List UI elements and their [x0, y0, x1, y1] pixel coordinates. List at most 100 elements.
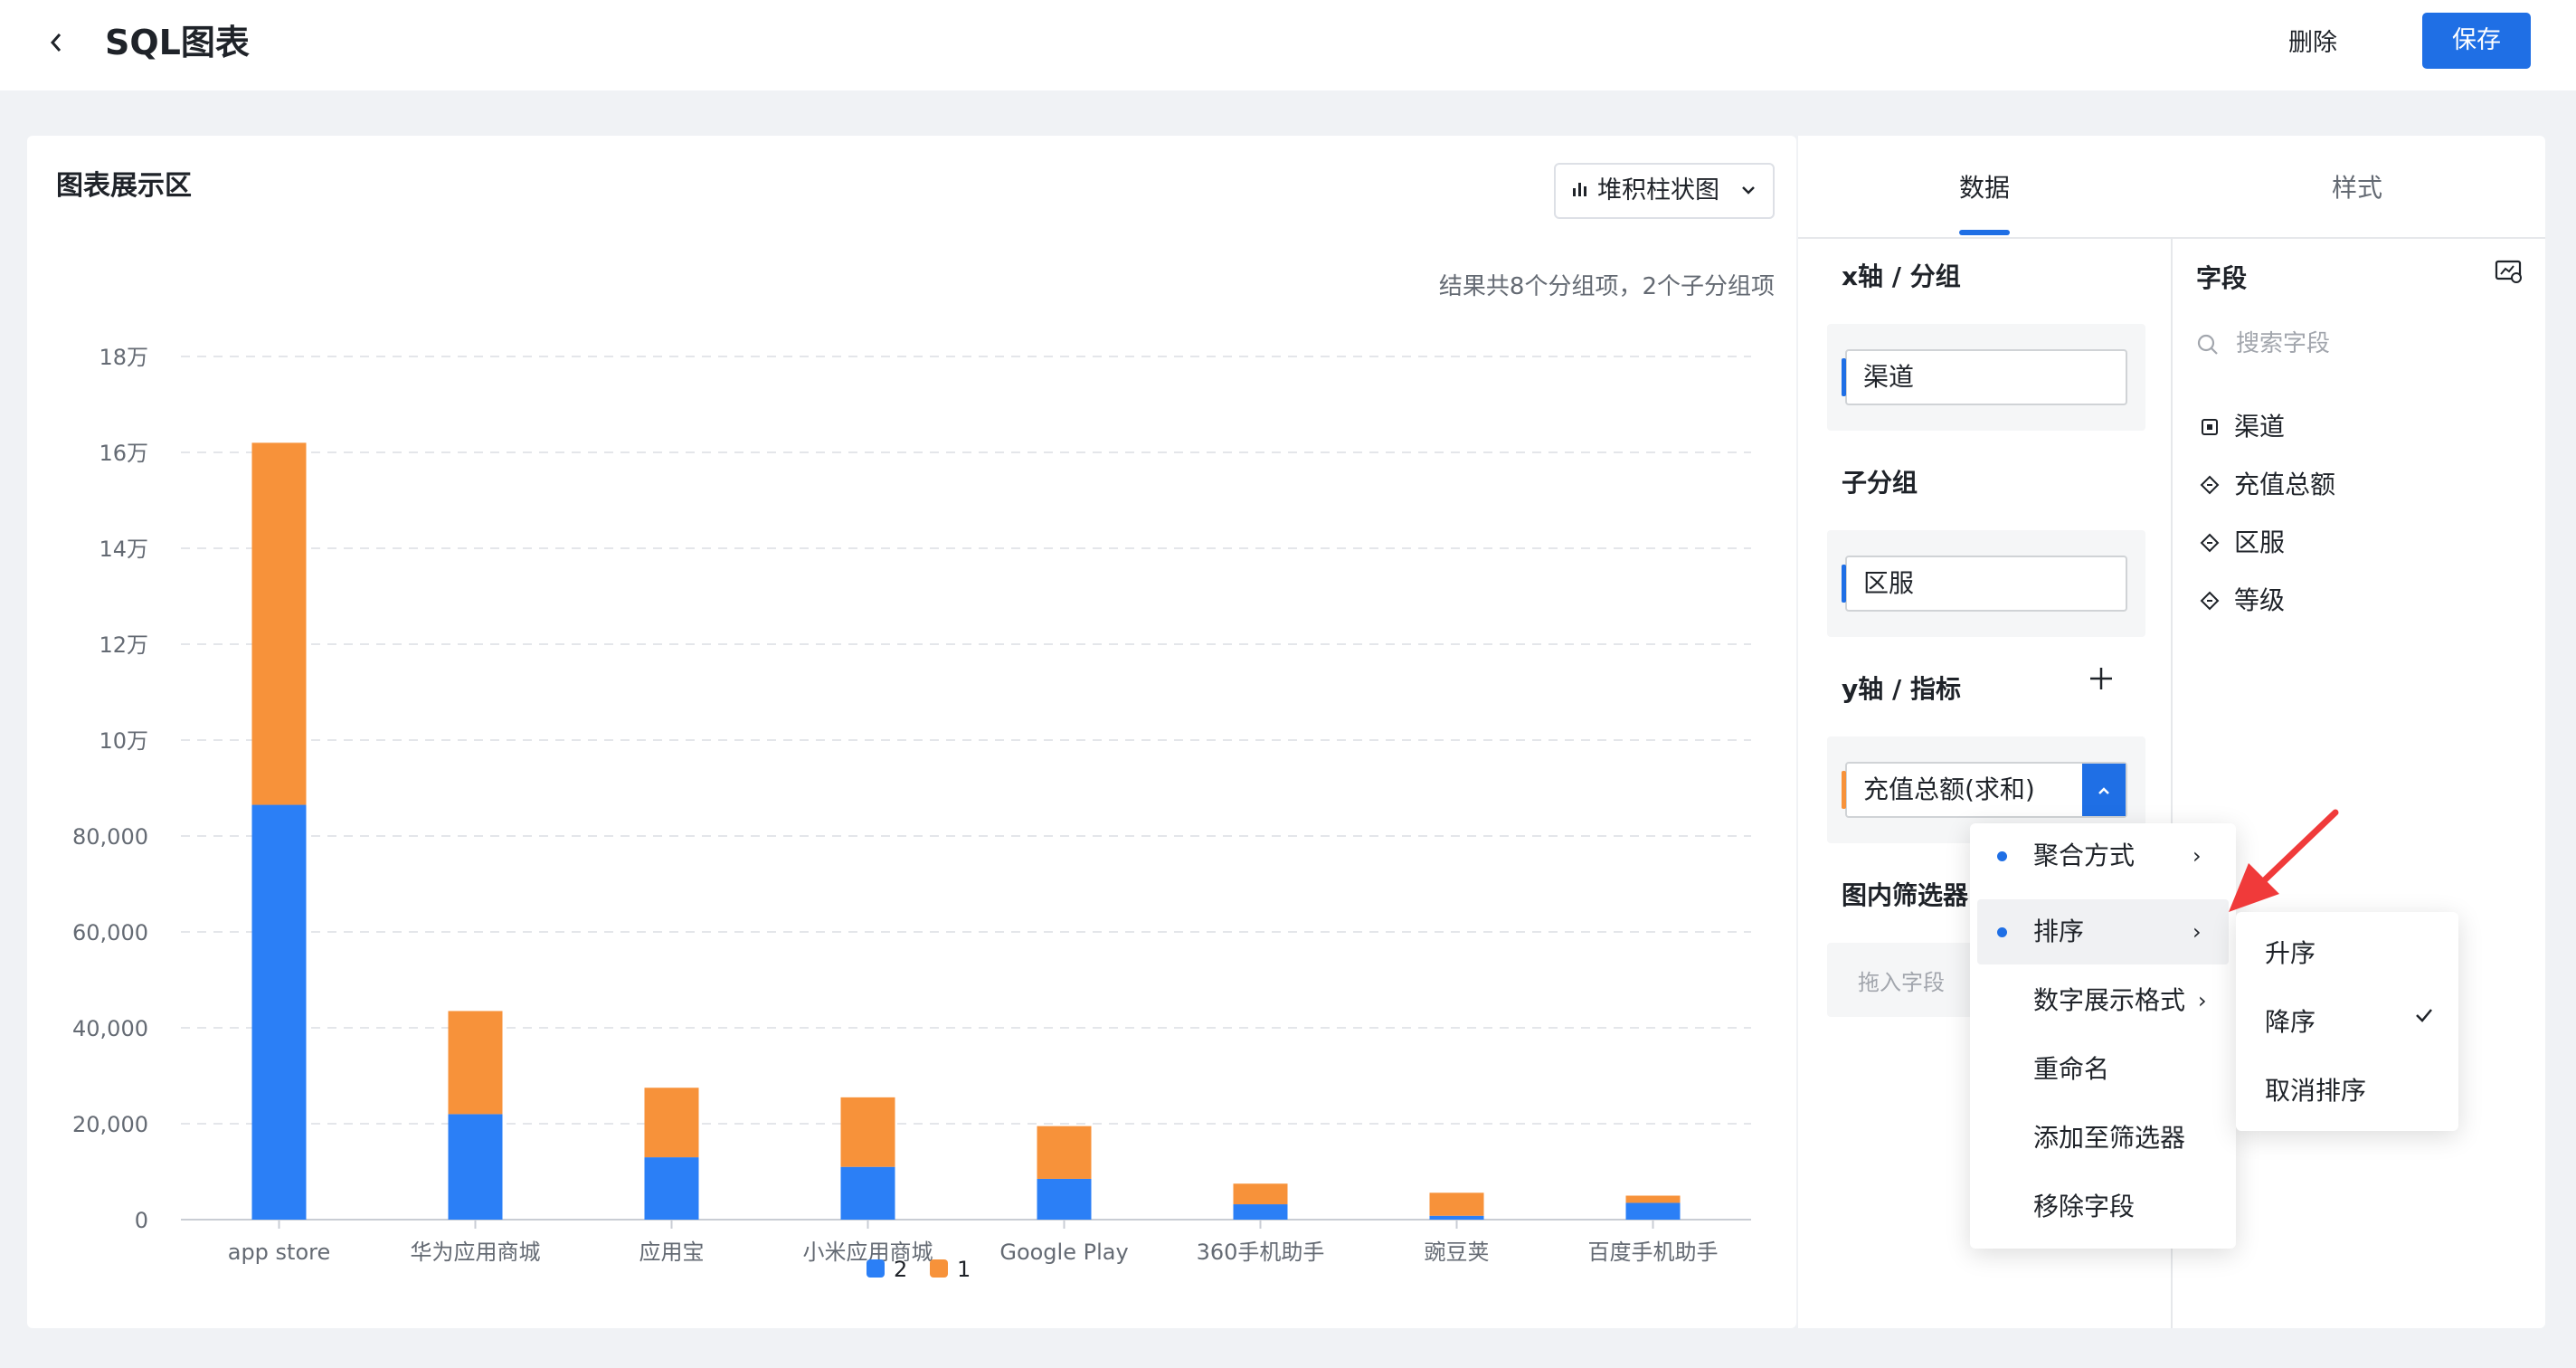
- filter-title: 图内筛选器: [1842, 880, 1969, 910]
- bar-segment: [840, 1097, 895, 1167]
- x-tick-label: 百度手机助手: [1588, 1240, 1719, 1265]
- delete-button[interactable]: 删除: [2288, 22, 2337, 65]
- bar-segment: [1625, 1202, 1681, 1220]
- sub-group-field-chip[interactable]: 区服: [1842, 556, 2127, 612]
- save-button[interactable]: 保存: [2422, 13, 2531, 69]
- y-tick-label: 80,000: [72, 824, 148, 850]
- legend-swatch: [867, 1259, 885, 1278]
- x-axis-field-chip[interactable]: 渠道: [1842, 349, 2127, 405]
- field-item-channel[interactable]: 渠道: [2200, 407, 2285, 443]
- bar-segment: [644, 1088, 699, 1158]
- y-tick-label: 18万: [99, 345, 148, 370]
- y-axis-title: y轴 / 指标: [1842, 674, 1961, 704]
- menu-item-label: 重命名: [2033, 1054, 2110, 1084]
- sub-group-drop-zone[interactable]: 区服: [1827, 530, 2145, 637]
- menu-item-label: 聚合方式: [2033, 841, 2136, 870]
- menu-item-sort[interactable]: 排序 ›: [1977, 899, 2229, 964]
- bar-segment: [840, 1166, 895, 1220]
- sort-submenu: 升序 降序 取消排序: [2236, 912, 2458, 1131]
- top-bar: SQL图表 删除 保存: [0, 0, 2576, 90]
- y-tick-label: 60,000: [72, 920, 148, 945]
- monitor-settings-icon: [2495, 260, 2522, 283]
- back-button[interactable]: [47, 20, 83, 65]
- active-dot-icon: [1997, 927, 2007, 937]
- tab-style[interactable]: 样式: [2332, 168, 2382, 204]
- x-tick-label: Google Play: [999, 1240, 1128, 1265]
- bar-segment: [1429, 1215, 1484, 1220]
- dimension-icon: [2200, 413, 2220, 443]
- y-axis-field-color-bar: [1842, 771, 1846, 809]
- menu-item-aggregation[interactable]: 聚合方式 ›: [1970, 823, 2236, 888]
- field-list-title: 字段: [2196, 263, 2248, 293]
- y-axis-field-label: 充值总额(求和): [1863, 774, 2035, 804]
- menu-item-label: 排序: [2033, 917, 2085, 946]
- bar-segment: [644, 1157, 699, 1220]
- field-item-recharge-total[interactable]: 充值总额: [2200, 465, 2335, 501]
- y-axis-field-chip[interactable]: 充值总额(求和): [1842, 762, 2127, 818]
- menu-item-label: 添加至筛选器: [2033, 1123, 2186, 1153]
- y-tick-label: 16万: [99, 441, 148, 466]
- x-tick-label: app store: [228, 1240, 331, 1265]
- y-tick-label: 40,000: [72, 1016, 148, 1041]
- bar-segment: [1233, 1204, 1288, 1220]
- y-tick-label: 0: [135, 1208, 148, 1233]
- y-tick-label: 20,000: [72, 1112, 148, 1137]
- active-tab-indicator: [1959, 230, 2010, 235]
- x-tick-label: 豌豆荚: [1425, 1240, 1490, 1265]
- menu-item-label: 移除字段: [2033, 1192, 2136, 1221]
- active-dot-icon: [1997, 851, 2007, 861]
- bar-segment: [251, 804, 307, 1220]
- plus-icon: [2090, 668, 2112, 689]
- field-item-level[interactable]: 等级: [2200, 581, 2285, 617]
- y-tick-label: 14万: [99, 537, 148, 562]
- y-tick-label: 12万: [99, 632, 148, 658]
- menu-item-number-format[interactable]: 数字展示格式 ›: [1970, 968, 2236, 1033]
- field-item-label: 区服: [2234, 527, 2286, 557]
- x-axis-field-label: 渠道: [1863, 362, 1915, 392]
- field-item-server[interactable]: 区服: [2200, 523, 2285, 559]
- x-tick-label: 360手机助手: [1197, 1240, 1325, 1265]
- bar-segment: [1037, 1126, 1092, 1179]
- legend-label: 1: [957, 1257, 971, 1282]
- chevron-right-icon: ›: [2192, 919, 2202, 945]
- x-axis-field-color-bar: [1842, 358, 1846, 396]
- measure-icon: [2200, 529, 2220, 559]
- field-search: [2196, 329, 2504, 366]
- bar-segment: [1625, 1195, 1681, 1203]
- bar-segment: [1429, 1192, 1484, 1216]
- chevron-right-icon: ›: [2192, 843, 2202, 869]
- menu-item-rename[interactable]: 重命名: [1970, 1037, 2236, 1102]
- bar-segment: [1037, 1178, 1092, 1220]
- bar-segment: [1233, 1183, 1288, 1205]
- legend-label: 2: [894, 1257, 907, 1282]
- measure-icon: [2200, 471, 2220, 501]
- tab-data[interactable]: 数据: [1959, 168, 2010, 204]
- field-item-label: 充值总额: [2234, 470, 2336, 499]
- legend-swatch: [930, 1259, 948, 1278]
- x-axis-drop-zone[interactable]: 渠道: [1827, 324, 2145, 431]
- measure-icon: [2200, 587, 2220, 617]
- chevron-right-icon: ›: [2198, 988, 2207, 1013]
- stacked-bar-chart: 0 20,000 40,000 60,000 80,000 10万 12万 14万 16万 18万…: [72, 345, 1751, 1282]
- check-icon: [2413, 1002, 2435, 1032]
- chevron-left-icon: [50, 33, 62, 52]
- panel-tabs: 数据 样式: [1798, 136, 2545, 239]
- field-search-input[interactable]: [2234, 329, 2500, 358]
- field-item-label: 渠道: [2234, 412, 2286, 442]
- field-list-settings-button[interactable]: [2495, 259, 2524, 290]
- page-title: SQL图表: [105, 23, 250, 62]
- bar-segment: [448, 1114, 503, 1220]
- field-options-toggle[interactable]: [2082, 764, 2126, 816]
- sort-ascending[interactable]: 升序: [2265, 934, 2446, 970]
- menu-item-add-to-filter[interactable]: 添加至筛选器: [1970, 1106, 2236, 1171]
- bar-segment: [251, 442, 307, 805]
- x-axis-title: x轴 / 分组: [1842, 261, 1961, 291]
- add-metric-button[interactable]: [2088, 660, 2115, 700]
- chart-display-area: 图表展示区 堆积柱状图 结果共8个分组项，2个子分组项 0 20,000 40,00…: [27, 136, 1796, 1328]
- y-tick-label: 10万: [99, 728, 148, 754]
- sub-group-field-label: 区服: [1863, 568, 1915, 598]
- menu-item-remove-field[interactable]: 移除字段: [1970, 1174, 2236, 1240]
- sort-cancel[interactable]: 取消排序: [2265, 1071, 2446, 1107]
- search-icon: [2197, 334, 2218, 355]
- sub-group-title: 子分组: [1842, 468, 1918, 498]
